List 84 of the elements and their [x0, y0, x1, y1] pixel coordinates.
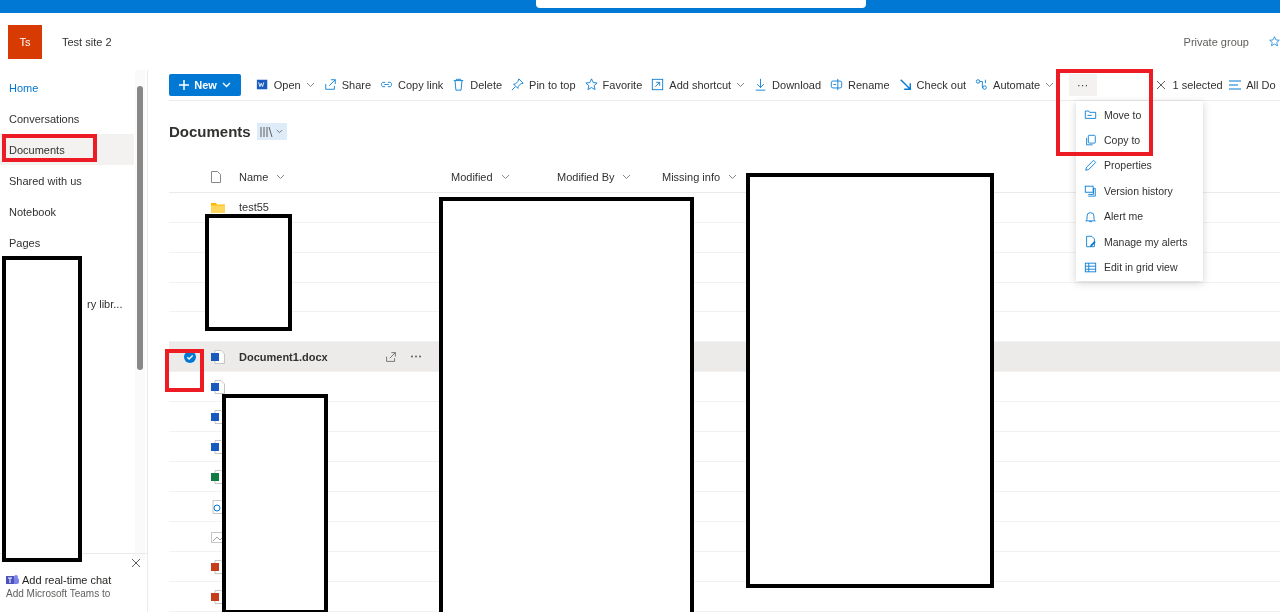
chevron-down-icon [728, 174, 738, 181]
column-header[interactable]: Missing info [662, 171, 738, 184]
chevron-down-icon [221, 81, 231, 88]
chevron-down-icon [276, 174, 286, 181]
chevron-down-icon [736, 81, 746, 88]
more-icon[interactable] [411, 355, 421, 359]
site-logo[interactable]: Ts [8, 24, 42, 59]
close-icon[interactable] [1156, 80, 1165, 89]
folder-move-icon [1084, 108, 1097, 122]
library-icon [260, 125, 275, 138]
menu-item[interactable]: Manage my alerts [1076, 228, 1203, 255]
toolbar-button[interactable]: Download [749, 73, 826, 96]
list-icon [1229, 79, 1242, 90]
rename-icon [830, 78, 843, 92]
pencil-icon [1084, 158, 1097, 172]
grid-icon [1084, 260, 1097, 274]
star-icon [584, 78, 598, 92]
plus-icon [179, 79, 190, 90]
selection-count: 1 selected [1172, 78, 1223, 91]
toolbar-button[interactable]: Automate [970, 73, 1059, 96]
privacy-label: Private group [1183, 35, 1249, 48]
toolbar-button[interactable]: Copy link [375, 73, 448, 96]
chevron-down-icon [500, 174, 510, 181]
toolbar-button[interactable]: Rename [825, 73, 895, 96]
checkmark-icon[interactable] [184, 350, 196, 363]
menu-item[interactable]: Edit in grid view [1076, 254, 1203, 280]
site-name[interactable]: Test site 2 [62, 35, 1164, 48]
nav-item[interactable]: ry libr... [78, 288, 134, 319]
menu-item[interactable]: Properties [1076, 152, 1203, 179]
word-file-icon [211, 349, 225, 364]
nav-item[interactable]: Notebook [0, 196, 134, 227]
file-name[interactable]: test55 [239, 201, 385, 214]
share-icon [323, 78, 337, 92]
menu-item[interactable]: Version history [1076, 178, 1203, 204]
column-header[interactable]: Modified By [557, 171, 662, 184]
arrow-icon [898, 78, 912, 92]
more-button[interactable]: ··· [1068, 73, 1097, 96]
file-type-icon [211, 171, 221, 184]
folder-icon [211, 201, 225, 213]
menu-item[interactable]: Alert me [1076, 203, 1203, 229]
library-view-button[interactable] [256, 123, 287, 141]
chevron-down-icon [276, 129, 284, 135]
promo-title: Add real-time chat [22, 574, 112, 586]
toolbar-button[interactable]: Favorite [580, 73, 647, 96]
toolbar-button[interactable]: Pin to top [506, 73, 581, 96]
scrollbar[interactable] [135, 70, 145, 560]
menu-item[interactable]: Move to [1076, 102, 1203, 128]
nav-item[interactable]: Home [0, 72, 134, 103]
highlight-frame [165, 349, 204, 392]
star-icon[interactable] [1269, 36, 1280, 47]
download-icon [754, 78, 768, 92]
file-name[interactable]: Document1.docx [239, 350, 385, 363]
toolbar-button[interactable]: Check out [894, 73, 971, 96]
flow-icon [975, 78, 989, 92]
share-icon[interactable] [385, 350, 397, 363]
promo-text: Add Microsoft Teams to [6, 588, 112, 599]
nav-item[interactable]: Conversations [0, 103, 134, 134]
close-icon [131, 558, 141, 568]
column-header[interactable]: Modified [451, 171, 557, 184]
toolbar-button[interactable]: Delete [447, 73, 507, 96]
chevron-down-icon [1045, 81, 1055, 88]
menu-item[interactable]: Copy to [1076, 127, 1203, 153]
toolbar-button[interactable]: Open [251, 73, 320, 96]
toolbar-button[interactable]: Share [319, 73, 376, 96]
view-dropdown[interactable]: All Do [1224, 73, 1280, 96]
teams-icon [6, 574, 19, 586]
column-header[interactable]: Name [239, 171, 451, 184]
trash-icon [452, 78, 466, 92]
word-icon [255, 78, 269, 92]
versions-icon [1084, 184, 1097, 198]
library-title: Documents [169, 123, 251, 141]
search-field[interactable] [536, 0, 866, 8]
pin-icon [511, 78, 525, 92]
chevron-down-icon [305, 81, 315, 88]
nav-item[interactable]: Pages [0, 227, 134, 258]
chevron-down-icon [622, 174, 632, 181]
copy-icon [1084, 133, 1097, 147]
word-file-icon [211, 379, 225, 394]
new-button[interactable]: New [169, 73, 242, 96]
shortcut-icon [651, 78, 665, 92]
nav-item[interactable]: Shared with us [0, 165, 134, 196]
alert-document-icon [1084, 235, 1097, 249]
bell-icon [1084, 209, 1097, 223]
toolbar-button[interactable]: Add shortcut [646, 73, 750, 96]
